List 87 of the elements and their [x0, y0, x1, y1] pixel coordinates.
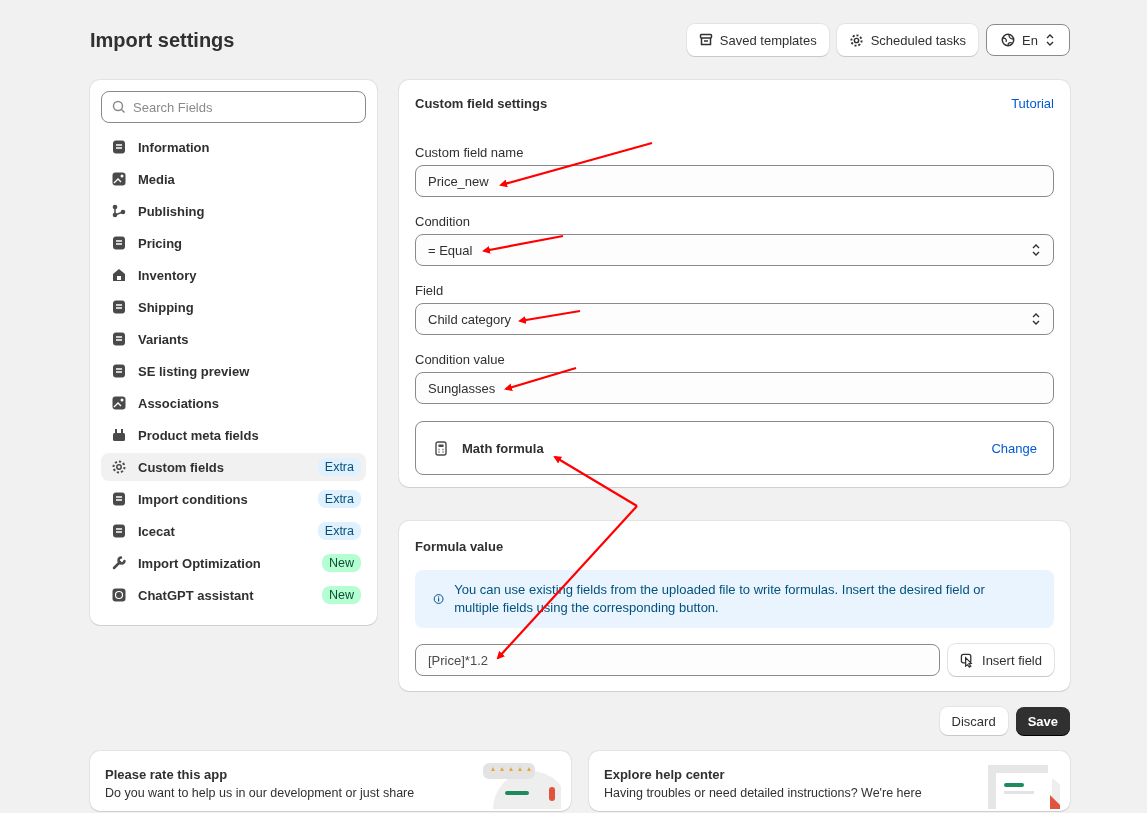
- insert-field-button[interactable]: Insert field: [948, 644, 1054, 676]
- sidebar-item-label: Import Optimization: [138, 555, 262, 571]
- section-icon: [111, 363, 127, 379]
- tutorial-link[interactable]: Tutorial: [1011, 96, 1054, 111]
- status-badge: Extra: [317, 490, 361, 508]
- section-icon: [111, 171, 127, 187]
- header-button[interactable]: Saved templates: [686, 24, 829, 56]
- section-icon: [111, 555, 127, 571]
- sidebar-item-label: ChatGPT assistant: [138, 587, 255, 603]
- section-icon: [111, 459, 127, 475]
- sidebar-item[interactable]: ChatGPT assistant New: [101, 581, 366, 609]
- sidebar-item[interactable]: Icecat Extra: [101, 517, 366, 545]
- sidebar-item[interactable]: Pricing: [101, 229, 366, 257]
- status-badge: Extra: [317, 458, 361, 476]
- section-icon: [111, 235, 127, 251]
- card-text: Having troubles or need detailed instructions? We're here: [604, 786, 922, 800]
- card-title: Please rate this app: [105, 767, 229, 782]
- card-title: Formula value: [415, 539, 505, 554]
- gear-icon: [848, 32, 864, 48]
- sidebar-item-label: Import conditions: [138, 491, 249, 507]
- change-link[interactable]: Change: [991, 440, 1037, 456]
- section-icon: [111, 491, 127, 507]
- section-icon: [111, 139, 127, 155]
- sidebar-item[interactable]: Import conditions Extra: [101, 485, 366, 513]
- chevron-updown-icon: [1031, 243, 1041, 257]
- discard-button[interactable]: Discard: [939, 707, 1008, 735]
- sidebar-item[interactable]: Information: [101, 133, 366, 161]
- section-icon: [111, 299, 127, 315]
- field-label: Condition value: [415, 352, 506, 367]
- sidebar-item[interactable]: Inventory: [101, 261, 366, 289]
- card-title: Custom field settings: [415, 96, 548, 111]
- archive-icon: [698, 33, 713, 47]
- chevron-updown-icon: [1045, 33, 1055, 47]
- info-icon: [433, 591, 445, 607]
- sidebar-item[interactable]: Shipping: [101, 293, 366, 321]
- search-icon: [112, 100, 126, 114]
- text-field[interactable]: Sunglasses: [415, 372, 1054, 404]
- section-icon: [111, 395, 127, 411]
- sidebar-item-label: Inventory: [138, 267, 198, 283]
- sidebar-item-label: Product meta fields: [138, 427, 260, 443]
- select-field[interactable]: Child category: [415, 303, 1054, 335]
- header-button[interactable]: En: [986, 24, 1070, 56]
- pointer-icon: [960, 652, 975, 668]
- card-text: Do you want to help us in our development or just share: [105, 786, 415, 800]
- field-label: Field: [415, 283, 445, 298]
- sidebar-item-label: Custom fields: [138, 459, 225, 475]
- sidebar-item[interactable]: Import Optimization New: [101, 549, 366, 577]
- save-button[interactable]: Save: [1015, 707, 1070, 735]
- sidebar-item-label: Information: [138, 139, 211, 155]
- field-label: Condition: [415, 214, 471, 229]
- formula-type-label: Math formula: [462, 440, 545, 456]
- sidebar-item-label: Variants: [138, 331, 190, 347]
- sidebar-item[interactable]: Product meta fields: [101, 421, 366, 449]
- chevron-updown-icon: [1031, 312, 1041, 326]
- sidebar-item-label: Media: [138, 171, 176, 187]
- sidebar-item[interactable]: Associations: [101, 389, 366, 417]
- sidebar-item[interactable]: Custom fields Extra: [101, 453, 366, 481]
- sidebar-item-label: SE listing preview: [138, 363, 251, 379]
- sidebar-item[interactable]: Publishing: [101, 197, 366, 225]
- status-badge: New: [322, 554, 361, 572]
- formula-field[interactable]: [Price]*1.2: [415, 644, 940, 676]
- section-icon: [111, 267, 127, 283]
- field-label: Custom field name: [415, 145, 525, 160]
- sidebar-item[interactable]: Variants: [101, 325, 366, 353]
- sidebar-item-label: Shipping: [138, 299, 195, 315]
- sidebar-item[interactable]: SE listing preview: [101, 357, 366, 385]
- search-field[interactable]: Search Fields: [101, 91, 366, 123]
- sidebar-item-label: Associations: [138, 395, 220, 411]
- text-field[interactable]: Price_new: [415, 165, 1054, 197]
- section-icon: [111, 427, 127, 443]
- select-field[interactable]: = Equal: [415, 234, 1054, 266]
- section-icon: [111, 523, 127, 539]
- status-badge: New: [322, 586, 361, 604]
- annotation-arrow: [518, 309, 581, 324]
- sidebar-item-label: Icecat: [138, 523, 176, 539]
- sidebar-item-label: Pricing: [138, 235, 184, 251]
- section-icon: [111, 587, 127, 603]
- status-badge: Extra: [317, 522, 361, 540]
- section-icon: [111, 331, 127, 347]
- card-title: Explore help center: [604, 767, 726, 782]
- section-icon: [111, 203, 127, 219]
- header-button[interactable]: Scheduled tasks: [836, 24, 979, 56]
- sidebar-item[interactable]: Media: [101, 165, 366, 193]
- globe-icon: [1001, 33, 1016, 47]
- page-title: Import settings: [90, 28, 235, 52]
- sidebar-item-label: Publishing: [138, 203, 206, 219]
- calculator-icon: [434, 440, 448, 456]
